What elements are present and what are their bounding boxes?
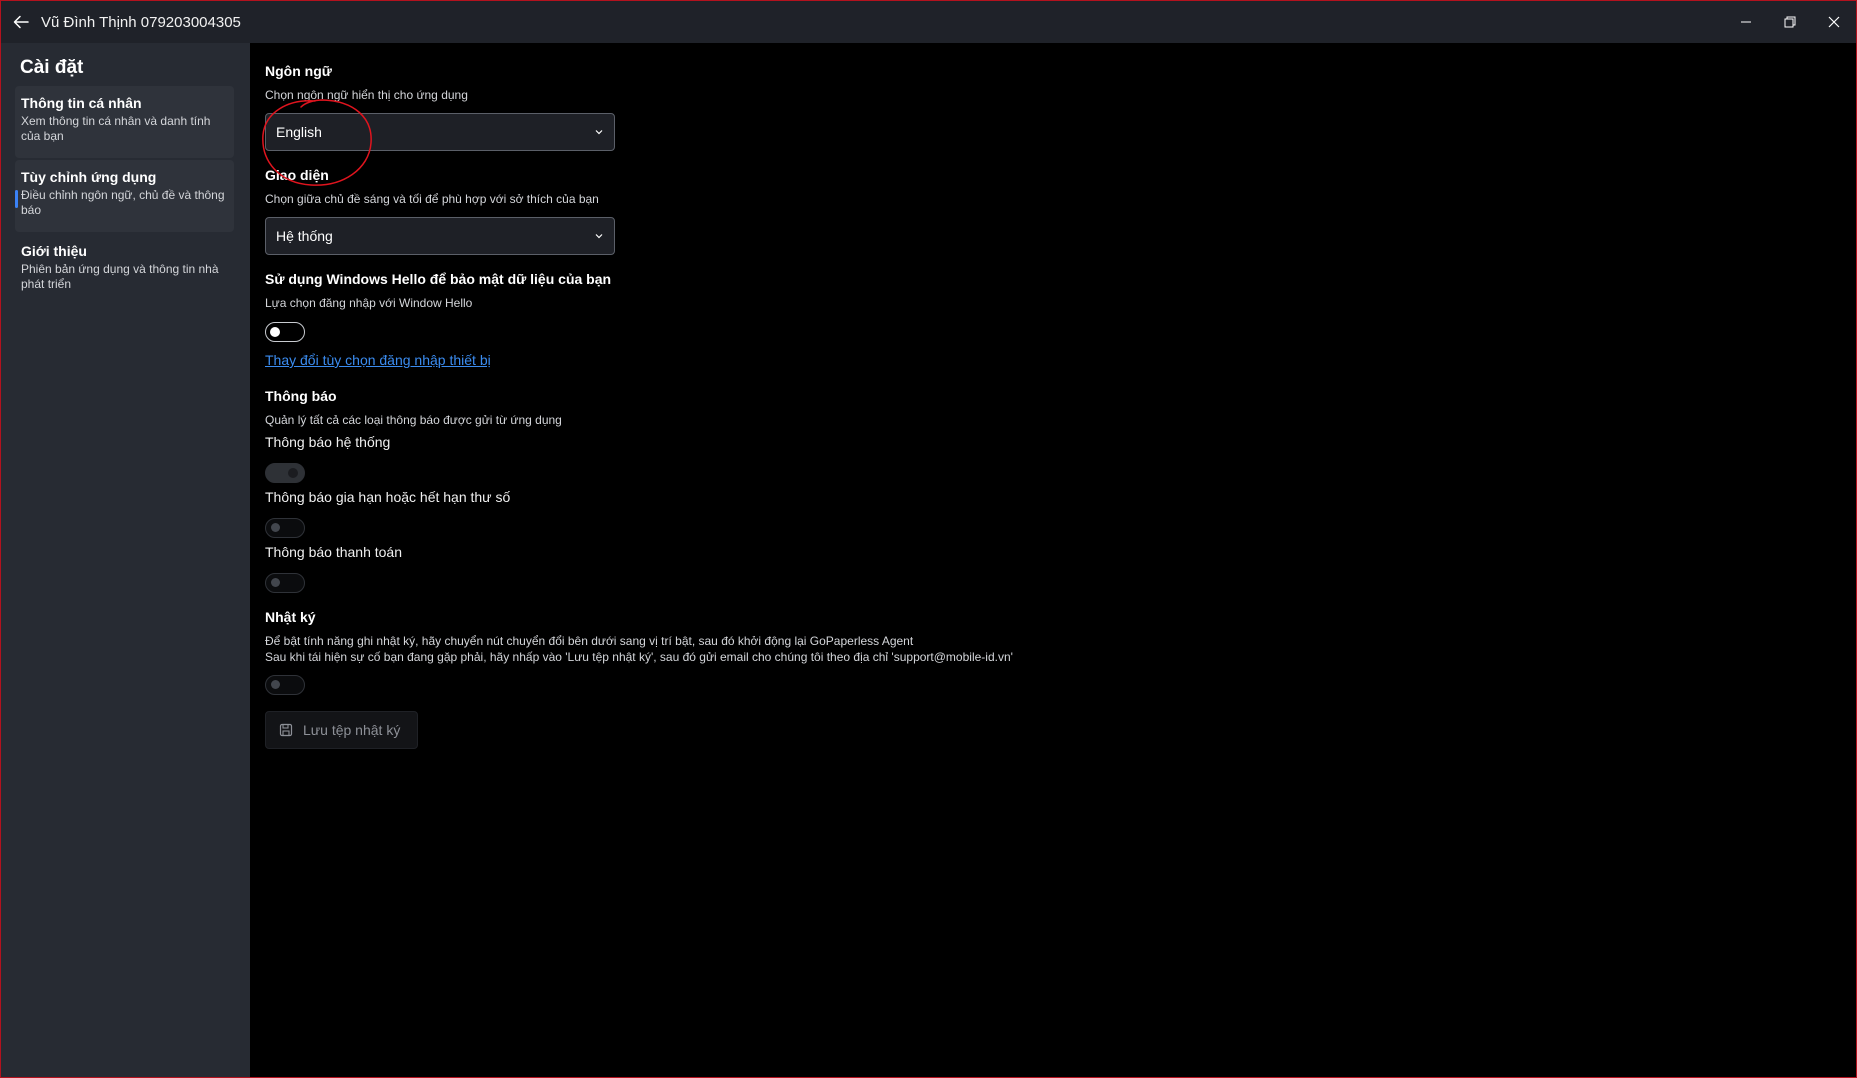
- sidebar-item-label: Thông tin cá nhân: [21, 95, 142, 111]
- app-window: Vũ Đình Thịnh 079203004305 Cài đặt Thông…: [0, 0, 1857, 1078]
- language-desc: Chọn ngôn ngữ hiển thị cho ứng dụng: [265, 88, 468, 102]
- theme-title: Giao diện: [265, 167, 329, 183]
- restore-icon: [1784, 16, 1796, 28]
- sidebar-item-app-customization[interactable]: Tùy chỉnh ứng dụng Điều chỉnh ngôn ngữ, …: [15, 160, 234, 232]
- windows-hello-desc: Lựa chọn đăng nhập với Window Hello: [265, 296, 473, 310]
- windows-hello-toggle[interactable]: [265, 322, 305, 342]
- chevron-down-icon: [595, 234, 603, 239]
- logging-toggle[interactable]: [265, 675, 305, 695]
- sidebar-item-label: Giới thiệu: [21, 243, 87, 259]
- close-icon: [1828, 16, 1840, 28]
- windows-hello-title: Sử dụng Windows Hello để bảo mật dữ liệu…: [265, 271, 612, 287]
- title-bar: Vũ Đình Thịnh 079203004305: [1, 1, 1856, 43]
- theme-select[interactable]: Hệ thống: [265, 217, 615, 255]
- theme-select-value: Hệ thống: [276, 228, 333, 244]
- payment-notification-label: Thông báo thanh toán: [265, 544, 403, 560]
- sidebar-item-about[interactable]: Giới thiệu Phiên bản ứng dụng và thông t…: [15, 234, 234, 306]
- save-log-file-label: Lưu tệp nhật ký: [303, 722, 401, 738]
- sidebar-item-label: Tùy chỉnh ứng dụng: [21, 169, 157, 185]
- log-desc-1: Để bật tính năng ghi nhật ký, hãy chuyển…: [265, 634, 914, 648]
- minimize-button[interactable]: [1724, 1, 1768, 43]
- save-icon: [279, 723, 293, 737]
- log-desc-2: Sau khi tái hiện sự cố bạn đang gặp phải…: [265, 650, 1013, 664]
- toggle-knob: [288, 468, 298, 478]
- system-notification-label: Thông báo hệ thống: [265, 434, 391, 450]
- sidebar: Cài đặt Thông tin cá nhân Xem thông tin …: [1, 43, 250, 1077]
- minimize-icon: [1741, 21, 1751, 23]
- log-title: Nhật ký: [265, 609, 316, 625]
- certificate-expiry-notification-toggle[interactable]: [265, 518, 305, 538]
- chevron-down-icon: [595, 130, 603, 135]
- notifications-desc: Quản lý tất cả các loại thông báo được g…: [265, 413, 562, 427]
- system-notification-toggle[interactable]: [265, 463, 305, 483]
- toggle-knob: [271, 523, 280, 532]
- window-controls: [1724, 1, 1856, 43]
- save-log-file-button[interactable]: Lưu tệp nhật ký: [265, 711, 418, 749]
- window-title: Vũ Đình Thịnh 079203004305: [41, 13, 241, 31]
- sidebar-item-personal-info[interactable]: Thông tin cá nhân Xem thông tin cá nhân …: [15, 86, 234, 158]
- toggle-knob: [271, 680, 280, 689]
- close-button[interactable]: [1812, 1, 1856, 43]
- restore-button[interactable]: [1768, 1, 1812, 43]
- sidebar-item-desc: Điều chỉnh ngôn ngữ, chủ đề và thông báo: [21, 188, 225, 217]
- sidebar-title: Cài đặt: [20, 57, 84, 78]
- certificate-expiry-notification-label: Thông báo gia hạn hoặc hết hạn thư số: [265, 489, 511, 505]
- settings-content: Ngôn ngữ Chọn ngôn ngữ hiển thị cho ứng …: [265, 43, 1856, 1077]
- arrow-left-icon: [13, 15, 29, 29]
- back-button[interactable]: [1, 1, 41, 43]
- device-signin-options-link[interactable]: Thay đổi tùy chọn đăng nhập thiết bị: [265, 352, 491, 368]
- toggle-knob: [270, 326, 280, 337]
- theme-desc: Chọn giữa chủ đề sáng và tối để phù hợp …: [265, 192, 599, 206]
- language-select-value: English: [276, 124, 322, 140]
- language-title: Ngôn ngữ: [265, 63, 332, 79]
- payment-notification-toggle[interactable]: [265, 573, 305, 593]
- notifications-title: Thông báo: [265, 388, 337, 404]
- selected-indicator: [15, 190, 18, 208]
- language-select[interactable]: English: [265, 113, 615, 151]
- sidebar-item-desc: Xem thông tin cá nhân và danh tính của b…: [21, 114, 211, 143]
- sidebar-item-desc: Phiên bản ứng dụng và thông tin nhà phát…: [21, 262, 219, 291]
- toggle-knob: [271, 578, 280, 587]
